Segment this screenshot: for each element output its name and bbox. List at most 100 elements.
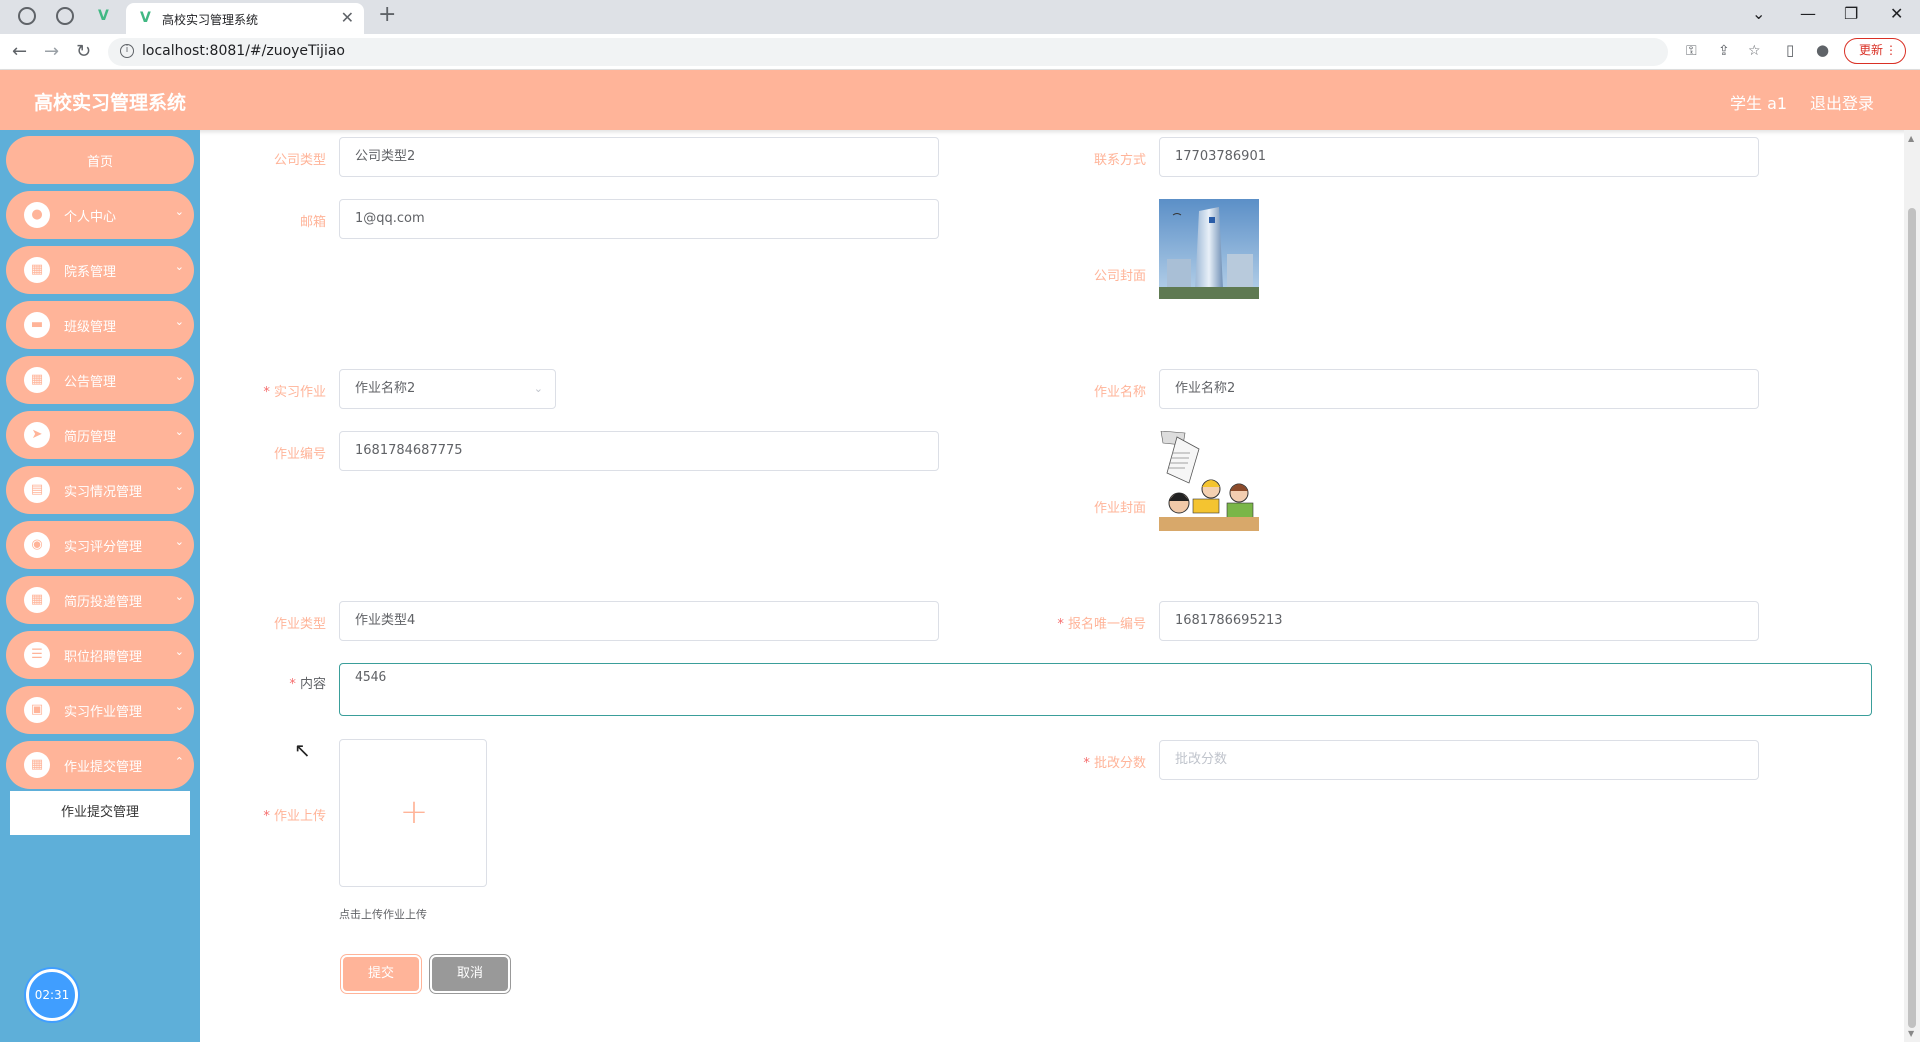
grid-icon: ▦	[24, 587, 50, 613]
forward-icon[interactable]: →	[44, 41, 59, 62]
submit-button[interactable]: 提交	[341, 955, 421, 993]
assignment-no-field[interactable]: 1681784687775	[339, 431, 939, 471]
label-assignment-type: 作业类型	[273, 617, 326, 632]
profile-icon[interactable]: ●	[1816, 41, 1829, 59]
minimize-icon[interactable]: —	[1800, 4, 1816, 23]
content-textarea[interactable]: 4546	[339, 663, 1872, 716]
assignment-type-field[interactable]: 作业类型4	[339, 601, 939, 641]
sidebar-item-resume-delivery[interactable]: ▦ 简历投递管理 ⌄	[6, 576, 194, 624]
scrollbar-thumb[interactable]	[1908, 208, 1916, 1028]
label-company-cover: 公司封面	[1093, 269, 1146, 284]
restore-icon[interactable]: ❐	[1844, 4, 1858, 23]
label-email: 邮箱	[299, 215, 326, 230]
app-header: 高校实习管理系统 学生 a1 退出登录	[0, 70, 1920, 130]
sidebar-item-label: 实习作业管理	[64, 705, 143, 720]
sidebar-item-recruitment[interactable]: ☰ 职位招聘管理 ⌄	[6, 631, 194, 679]
user-icon: ●	[24, 202, 50, 228]
browser-extension-icon[interactable]	[56, 7, 74, 25]
clipboard-icon: ▤	[24, 477, 50, 503]
cancel-button[interactable]: 取消	[430, 955, 510, 993]
sidebar-item-department[interactable]: ▦ 院系管理 ⌄	[6, 246, 194, 294]
kebab-menu-icon[interactable]: ⋮	[1885, 39, 1897, 62]
doc-icon: ▣	[24, 697, 50, 723]
sidebar-item-label: 公告管理	[64, 375, 117, 390]
scroll-down-icon[interactable]: ▼	[1908, 1029, 1914, 1038]
assignment-select[interactable]: 作业名称2 ⌄	[339, 369, 556, 409]
site-info-icon[interactable]: i	[120, 44, 134, 58]
chevron-down-icon: ⌄	[174, 590, 184, 603]
sidebar-item-internship-status[interactable]: ▤ 实习情况管理 ⌄	[6, 466, 194, 514]
sidebar-item-label: 首页	[86, 155, 113, 170]
sidebar-item-resume[interactable]: ➤ 简历管理 ⌄	[6, 411, 194, 459]
chevron-down-icon: ⌄	[533, 382, 543, 395]
key-icon[interactable]: ⚿	[1686, 43, 1697, 59]
sidebar: 首页 ● 个人中心 ⌄ ▦ 院系管理 ⌄ ▬ 班级管理 ⌄ ▦ 公告管理 ⌄ ➤…	[0, 130, 200, 1042]
update-button[interactable]: 更新 ⋮	[1844, 38, 1906, 64]
sidebar-item-assignment[interactable]: ▣ 实习作业管理 ⌄	[6, 686, 194, 734]
grid-icon: ▦	[24, 367, 50, 393]
sidebar-item-label: 班级管理	[64, 320, 117, 335]
star-icon[interactable]: ☆	[1748, 43, 1761, 59]
plus-icon: +	[399, 792, 429, 832]
close-tab-icon[interactable]: ✕	[341, 8, 354, 27]
label-upload: 作业上传	[206, 805, 326, 824]
tab-title: 高校实习管理系统	[162, 13, 259, 27]
company-cover-image[interactable]	[1159, 199, 1259, 299]
update-label: 更新	[1859, 43, 1884, 57]
grid-icon: ▦	[24, 752, 50, 778]
sidebar-item-class[interactable]: ▬ 班级管理 ⌄	[6, 301, 194, 349]
signup-no-field[interactable]: 1681786695213	[1159, 601, 1759, 641]
assignment-cover-image[interactable]	[1159, 431, 1259, 531]
assignment-name-field[interactable]: 作业名称2	[1159, 369, 1759, 409]
chevron-down-icon: ⌄	[174, 700, 184, 713]
vue-logo-icon[interactable]: V	[98, 9, 112, 23]
reload-icon[interactable]: ↻	[76, 41, 91, 62]
list-icon: ☰	[24, 642, 50, 668]
chevron-down-icon: ⌄	[174, 370, 184, 383]
upload-hint: 点击上传作业上传	[339, 908, 427, 921]
vue-logo-icon: V	[140, 10, 151, 26]
submenu-item-submission[interactable]: 作业提交管理	[10, 791, 190, 835]
logout-link[interactable]: 退出登录	[1810, 90, 1874, 114]
label-assignment-cover: 作业封面	[1093, 501, 1146, 516]
sidebar-item-label: 个人中心	[64, 210, 117, 225]
label-company-type: 公司类型	[273, 153, 326, 168]
company-type-field[interactable]: 公司类型2	[339, 137, 939, 177]
sidebar-item-submission[interactable]: ▦ 作业提交管理 ⌃	[6, 741, 194, 789]
sidebar-item-announcement[interactable]: ▦ 公告管理 ⌄	[6, 356, 194, 404]
tab-search-icon[interactable]: ⌄	[1752, 4, 1765, 23]
new-tab-icon[interactable]: +	[378, 2, 396, 27]
mouse-cursor-icon: ↖	[294, 738, 311, 762]
page-scrollbar[interactable]: ▲ ▼	[1904, 130, 1920, 1042]
sidebar-item-label: 实习情况管理	[64, 485, 143, 500]
close-window-icon[interactable]: ✕	[1890, 4, 1903, 23]
chevron-down-icon: ⌄	[174, 260, 184, 273]
label-contact: 联系方式	[1093, 153, 1146, 168]
url-field[interactable]: i localhost:8081/#/zuoyeTijiao ⚿ ⇪ ☆	[108, 38, 1761, 66]
send-icon: ➤	[24, 422, 50, 448]
score-input[interactable]: 批改分数	[1159, 740, 1759, 780]
side-panel-icon[interactable]: ▯	[1786, 41, 1794, 59]
label-score: 批改分数	[1026, 752, 1146, 771]
label-assignment: 实习作业	[206, 381, 326, 400]
contact-field[interactable]: 17703786901	[1159, 137, 1759, 177]
chevron-down-icon: ⌄	[174, 535, 184, 548]
sidebar-item-personal-center[interactable]: ● 个人中心 ⌄	[6, 191, 194, 239]
sidebar-item-label: 实习评分管理	[64, 540, 143, 555]
current-user: 学生 a1	[1730, 94, 1788, 113]
browser-extension-icon[interactable]	[18, 7, 36, 25]
browser-tab[interactable]: V 高校实习管理系统 ✕	[126, 3, 364, 34]
sidebar-item-home[interactable]: 首页	[6, 136, 194, 184]
grid-icon: ▦	[24, 257, 50, 283]
file-uploader[interactable]: +	[339, 739, 487, 887]
scroll-up-icon[interactable]: ▲	[1908, 134, 1914, 143]
sidebar-item-internship-score[interactable]: ◉ 实习评分管理 ⌄	[6, 521, 194, 569]
url-text[interactable]: localhost:8081/#/zuoyeTijiao	[142, 43, 345, 59]
chevron-down-icon: ⌄	[174, 645, 184, 658]
share-icon[interactable]: ⇪	[1718, 43, 1730, 59]
chevron-down-icon: ⌄	[174, 315, 184, 328]
back-icon[interactable]: ←	[12, 41, 27, 62]
label-content: 内容	[206, 673, 326, 692]
email-field[interactable]: 1@qq.com	[339, 199, 939, 239]
address-bar: ← → ↻ i localhost:8081/#/zuoyeTijiao ⚿ ⇪…	[0, 34, 1920, 70]
